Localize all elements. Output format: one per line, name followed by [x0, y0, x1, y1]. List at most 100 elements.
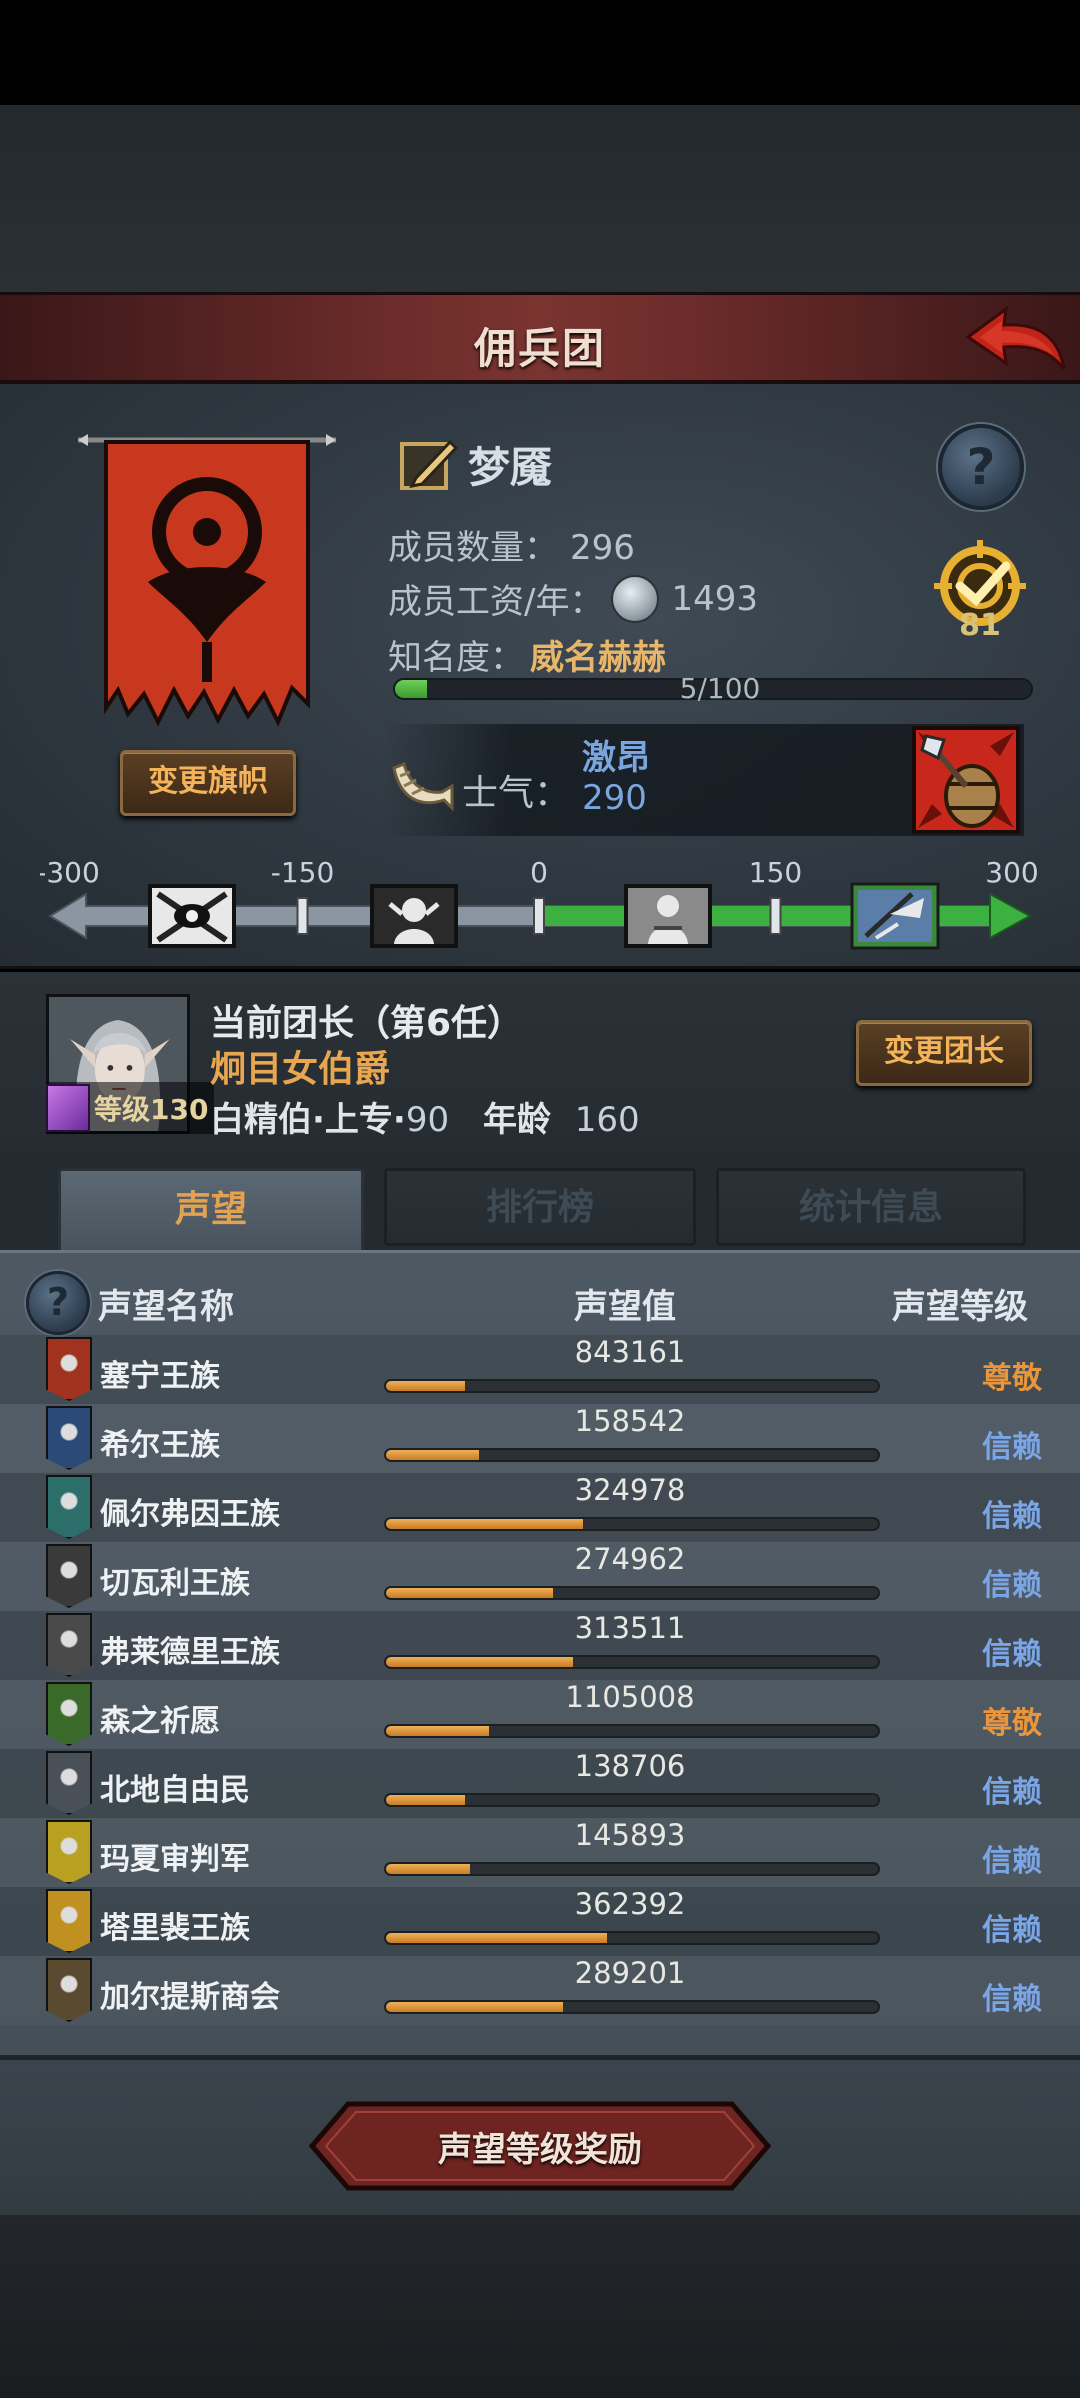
column-name: 声望名称 — [98, 1287, 234, 1327]
leader-level-badge: 等级130 — [46, 1082, 215, 1134]
morale-level-calm-icon — [624, 884, 712, 948]
faction-value: 843161 — [574, 1335, 686, 1369]
reputation-help-icon[interactable]: ? — [26, 1271, 90, 1335]
morale-track-arrow — [989, 892, 1033, 940]
member-count-value: 296 — [570, 528, 635, 568]
reputation-row[interactable]: 加尔提斯商会 289201 信赖 — [0, 1956, 1080, 2025]
morale-tick-mark — [533, 897, 545, 935]
faction-progress-bar — [384, 1862, 880, 1876]
faction-name: 塞宁王族 — [100, 1359, 220, 1394]
faction-progress-fill — [386, 1381, 465, 1391]
tab-ranking[interactable]: 排行榜 — [384, 1168, 696, 1246]
wolf-sigil-icon — [46, 1613, 92, 1677]
faction-value: 145893 — [574, 1818, 686, 1852]
leader-panel: 等级130 当前团长（第6任） 炯目女伯爵 白精伯·上专·90 年龄 160 变… — [0, 972, 1080, 1152]
flame-sigil-icon — [46, 1889, 92, 1953]
reputation-row[interactable]: 切瓦利王族 274962 信赖 — [0, 1542, 1080, 1611]
faction-level: 信赖 — [982, 1775, 1042, 1810]
faction-progress-bar — [384, 2000, 880, 2014]
edit-name-icon[interactable] — [398, 434, 460, 494]
morale-level-excited-icon — [850, 882, 940, 950]
header-bar: 佣兵团 — [0, 292, 1080, 384]
fame-progress-fill — [395, 680, 427, 698]
faction-name: 玛夏审判军 — [100, 1842, 250, 1877]
leader-class: 白精伯·上专· — [210, 1100, 406, 1140]
faction-progress-bar — [384, 1655, 880, 1669]
morale-tick-label: 0 — [530, 856, 548, 889]
faction-name: 希尔王族 — [100, 1428, 220, 1463]
top-backdrop — [0, 105, 1080, 295]
faction-progress-fill — [386, 1726, 490, 1736]
faction-value: 274962 — [574, 1542, 686, 1576]
reputation-row[interactable]: 佩尔弗因王族 324978 信赖 — [0, 1473, 1080, 1542]
fame: 知名度： 威名赫赫 — [388, 630, 666, 679]
faction-name: 塔里裴王族 — [100, 1911, 250, 1946]
leader-class-num: 90 — [405, 1100, 450, 1140]
faction-progress-fill — [386, 1933, 608, 1943]
reputation-table-header: ? 声望名称 声望值 声望等级 — [0, 1253, 1080, 1335]
reputation-row[interactable]: 塞宁王族 843161 尊敬 — [0, 1335, 1080, 1404]
reputation-row[interactable]: 希尔王族 158542 信赖 — [0, 1404, 1080, 1473]
forest-sigil-icon — [46, 1682, 92, 1746]
leader-level: 等级130 — [94, 1093, 209, 1126]
faction-level: 尊敬 — [982, 1361, 1042, 1396]
faction-level: 信赖 — [982, 1637, 1042, 1672]
reward-button-label: 声望等级奖励 — [438, 2130, 642, 2170]
back-arrow-icon[interactable] — [960, 303, 1070, 377]
tab-bar: 声望 排行榜 统计信息 — [0, 1152, 1080, 1254]
faction-progress-bar — [384, 1586, 880, 1600]
reputation-row[interactable]: 玛夏审判军 145893 信赖 — [0, 1818, 1080, 1887]
barrel-axe-icon[interactable] — [912, 726, 1020, 834]
faction-name: 弗莱德里王族 — [100, 1635, 280, 1670]
morale-level-despair-icon — [148, 884, 236, 948]
reputation-panel: ? 声望名称 声望值 声望等级 塞宁王族 843161 尊敬 希尔王族 158542 信赖… — [0, 1250, 1080, 2055]
staff-icon — [46, 1084, 90, 1132]
faction-progress-fill — [386, 1864, 470, 1874]
reputation-row[interactable]: 北地自由民 138706 信赖 — [0, 1749, 1080, 1818]
guild-banner — [78, 434, 336, 727]
crescent-sigil-icon — [46, 1475, 92, 1539]
faction-value: 289201 — [574, 1956, 686, 1990]
faction-name: 森之祈愿 — [100, 1704, 220, 1739]
faction-level: 信赖 — [982, 1844, 1042, 1879]
faction-progress-bar — [384, 1448, 880, 1462]
morale-track: -300 -150 0 150 300 — [40, 856, 1039, 950]
change-flag-button[interactable]: 变更旗帜 — [120, 750, 296, 816]
change-leader-button[interactable]: 变更团长 — [856, 1020, 1032, 1086]
mercenary-info-panel: 变更旗帜 梦魇 ? 成员数量： 296 成员工资/年： 1493 知名度： 威名赫赫… — [0, 384, 1080, 969]
faction-progress-fill — [386, 1795, 465, 1805]
faction-value: 1105008 — [565, 1680, 695, 1714]
leader-name: 炯目女伯爵 — [210, 1049, 391, 1090]
morale-state: 激昂 — [582, 738, 650, 778]
faction-progress-fill — [386, 1519, 583, 1529]
leader-age: 160 — [574, 1100, 640, 1140]
faction-name: 加尔提斯商会 — [100, 1980, 280, 2015]
morale-tick-label: -150 — [271, 856, 335, 889]
morale-tick-mark — [296, 897, 309, 935]
morale-tick-label: 150 — [749, 856, 802, 889]
fame-progress-text: 5/100 — [679, 672, 761, 705]
bottom-backdrop — [0, 2215, 1080, 2398]
morale-level-fear-icon — [370, 884, 458, 948]
faction-level: 信赖 — [982, 1982, 1042, 2017]
morale-label: 士气： — [462, 773, 571, 814]
help-icon[interactable]: ? — [938, 424, 1024, 510]
faction-name: 切瓦利王族 — [100, 1566, 250, 1601]
silver-coin-icon — [611, 574, 660, 623]
leader-title: 当前团长（第6任） — [210, 1003, 524, 1044]
tab-reputation[interactable]: 声望 — [58, 1168, 364, 1254]
faction-value: 362392 — [574, 1887, 686, 1921]
faction-level: 信赖 — [982, 1913, 1042, 1948]
page-title: 佣兵团 — [473, 324, 606, 373]
wage-value: 1493 — [671, 578, 758, 619]
reputation-row[interactable]: 森之祈愿 1105008 尊敬 — [0, 1680, 1080, 1749]
member-count-label: 成员数量： — [388, 528, 558, 568]
tab-statistics[interactable]: 统计信息 — [716, 1168, 1026, 1246]
faction-level: 尊敬 — [982, 1706, 1042, 1741]
age-label: 年龄 — [482, 1100, 551, 1140]
reputation-row[interactable]: 塔里裴王族 362392 信赖 — [0, 1887, 1080, 1956]
faction-level: 信赖 — [982, 1430, 1042, 1465]
faction-progress-bar — [384, 1931, 880, 1945]
axe-sigil-icon — [46, 1751, 92, 1815]
reputation-row[interactable]: 弗莱德里王族 313511 信赖 — [0, 1611, 1080, 1680]
